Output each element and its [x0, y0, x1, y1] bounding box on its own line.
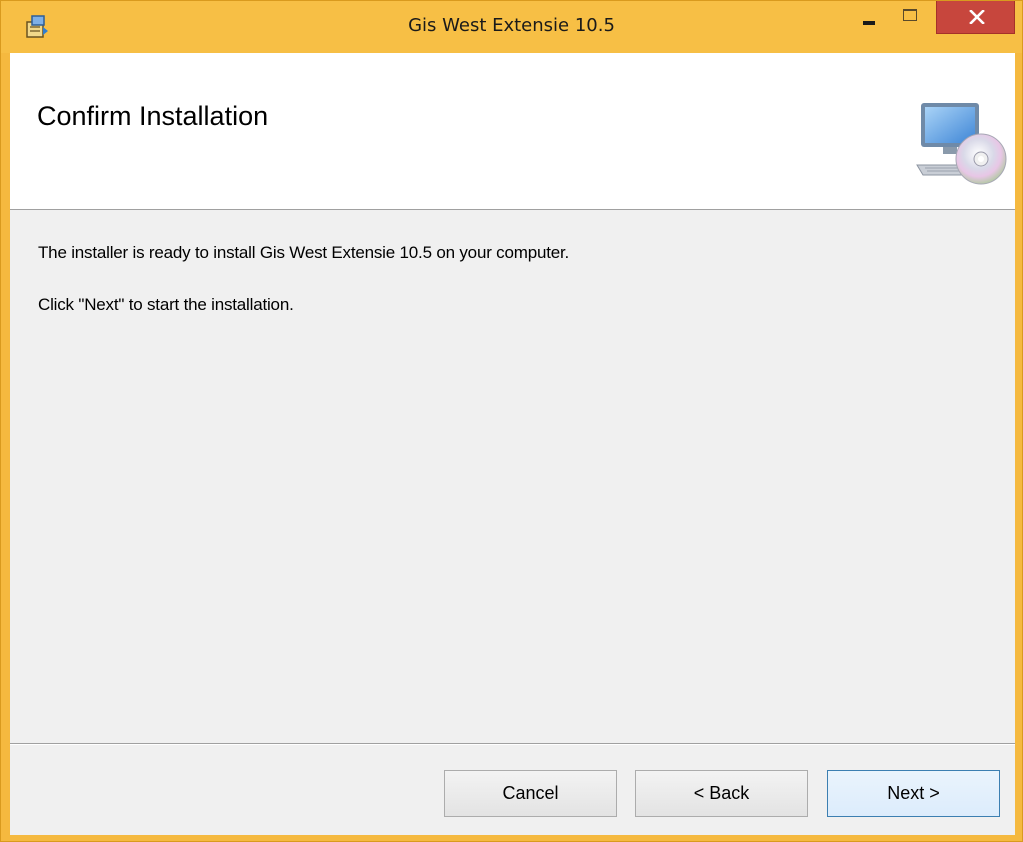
installer-window: Gis West Extensie 10.5 Confirm Installat… — [0, 0, 1023, 842]
page-title: Confirm Installation — [37, 101, 269, 131]
cancel-button[interactable]: Cancel — [444, 770, 617, 817]
next-button[interactable]: Next > — [827, 770, 1000, 817]
minimize-button[interactable] — [849, 1, 887, 33]
computer-disc-icon — [915, 101, 1009, 185]
dialog-client-area: Confirm Installation The installer is re… — [10, 53, 1015, 835]
ready-message: The installer is ready to install Gis We… — [38, 243, 570, 262]
maximize-icon — [903, 9, 917, 21]
title-bar[interactable]: Gis West Extensie 10.5 — [1, 1, 1022, 53]
footer-divider — [10, 743, 1015, 745]
close-icon — [969, 10, 985, 24]
instruction-message: Click "Next" to start the installation. — [38, 295, 294, 314]
close-button[interactable] — [936, 1, 1015, 34]
header-banner: Confirm Installation — [10, 53, 1015, 210]
back-button[interactable]: < Back — [635, 770, 808, 817]
maximize-button[interactable] — [891, 1, 929, 33]
minimize-icon — [863, 21, 875, 25]
